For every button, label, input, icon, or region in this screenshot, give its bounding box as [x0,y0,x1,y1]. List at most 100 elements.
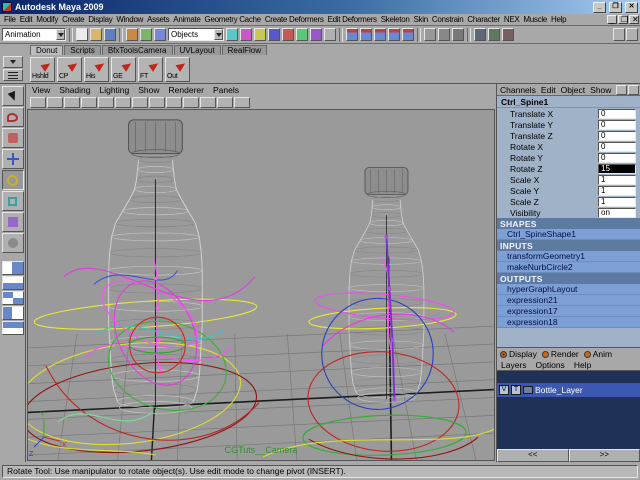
separator[interactable] [417,28,421,42]
shelf-button-ge[interactable]: GE [111,57,136,82]
channel-row-translate-z[interactable]: Translate Z 0 [497,130,640,141]
snap-view-plane-icon[interactable] [402,28,414,41]
input-node-item[interactable]: makeNurbCircle2 [497,262,640,273]
help-menu[interactable]: Help [574,360,591,370]
channel-row-scale-y[interactable]: Scale Y 1 [497,185,640,196]
channel-value-field[interactable]: 0 [598,142,636,152]
scene-save-icon[interactable] [104,28,116,41]
menu-create-deformers[interactable]: Create Deformers [263,15,326,24]
lasso-tool-icon[interactable] [2,107,24,127]
viewport-canvas[interactable]: Y X Z [28,110,494,460]
chevron-down-icon[interactable] [56,29,65,40]
menu-skeleton[interactable]: Skeleton [379,15,412,24]
panel-menu-lighting[interactable]: Lighting [99,85,129,95]
shelf-button-cp[interactable]: CP [57,57,82,82]
menu-animate[interactable]: Animate [171,15,202,24]
menu-muscle[interactable]: Muscle [521,15,549,24]
shelf-button-out[interactable]: Out [165,57,190,82]
select-tool-icon[interactable] [2,86,24,106]
pane-left-button[interactable]: << [497,449,569,462]
shelf-menu-icon[interactable] [3,69,23,81]
select-object-icon[interactable] [140,28,152,41]
shelf-button-hshld[interactable]: Hshld [30,57,55,82]
channel-value-field[interactable]: 0 [598,153,636,163]
soft-mod-tool-icon[interactable] [2,233,24,253]
isolate-select-icon[interactable] [234,97,250,108]
panel-menu-view[interactable]: View [32,85,50,95]
shelf-tab-realflow[interactable]: RealFlow [222,45,267,55]
shape-node-item[interactable]: Ctrl_SpineShape1 [497,229,640,240]
panel-menu-show[interactable]: Show [138,85,159,95]
separator[interactable] [119,28,123,42]
radio-display[interactable]: Display [500,349,537,359]
shelf-tab-arrow-icon[interactable] [3,56,23,68]
ipr-render-icon[interactable] [488,28,500,41]
channels-menu[interactable]: Channels [500,85,536,95]
separator[interactable] [339,28,343,42]
mask-deformations-icon[interactable] [282,28,294,41]
minimize-button[interactable]: _ [593,2,606,13]
snap-curve-icon[interactable] [360,28,372,41]
move-tool-icon[interactable] [2,149,24,169]
channel-row-rotate-x[interactable]: Rotate X 0 [497,141,640,152]
menu-modify[interactable]: Modify [34,15,60,24]
separator[interactable] [69,28,73,42]
menu-create[interactable]: Create [60,15,86,24]
menu-nex[interactable]: NEX [502,15,522,24]
radio-anim[interactable]: Anim [584,349,612,359]
layer-color-swatch[interactable] [523,386,533,394]
channel-speed-icon[interactable] [628,85,639,95]
input-connections-icon[interactable] [424,28,436,41]
shelf-button-ft[interactable]: FT [138,57,163,82]
mask-joints-icon[interactable] [240,28,252,41]
shelf-tab-uvlayout[interactable]: UVLayout [174,45,221,55]
select-hierarchy-icon[interactable] [126,28,138,41]
layer-list[interactable]: V T Bottle_Layer [497,371,640,449]
shaded-mode-icon[interactable] [132,97,148,108]
shelf-button-his[interactable]: His [84,57,109,82]
universal-manipulator-icon[interactable] [2,212,24,232]
shelf-tab-bfxtoolscamera[interactable]: BfxToolsCamera [102,45,173,55]
mdi-close-icon[interactable]: ✕ [629,15,639,24]
menu-character[interactable]: Character [465,15,501,24]
construction-history-icon[interactable] [452,28,464,41]
menu-help[interactable]: Help [549,15,568,24]
layers-menu[interactable]: Layers [501,360,527,370]
select-camera-icon[interactable] [30,97,46,108]
camera-attributes-icon[interactable] [64,97,80,108]
panel-menu-renderer[interactable]: Renderer [169,85,204,95]
shelf-tab-scripts[interactable]: Scripts [64,45,100,55]
menu-window[interactable]: Window [114,15,145,24]
close-button[interactable]: ✕ [625,2,638,13]
snap-projected-center-icon[interactable] [388,28,400,41]
channel-value-field[interactable]: on [598,208,636,218]
scene-new-icon[interactable] [76,28,88,41]
mask-handles-icon[interactable] [226,28,238,41]
input-node-item[interactable]: transformGeometry1 [497,251,640,262]
mask-rendering-icon[interactable] [310,28,322,41]
radio-render[interactable]: Render [542,349,579,359]
chevron-down-icon[interactable] [214,29,223,40]
separator[interactable] [467,28,471,42]
rotate-tool-icon[interactable] [2,170,24,190]
channel-value-field[interactable]: 1 [598,186,636,196]
channel-row-visibility[interactable]: Visibility on [497,207,640,218]
mask-surfaces-icon[interactable] [268,28,280,41]
channel-manipulator-icon[interactable] [616,85,627,95]
four-pane-layout-button[interactable] [2,291,24,305]
show-hide-ui-right-icon[interactable] [626,28,638,41]
menu-edit-deformers[interactable]: Edit Deformers [326,15,379,24]
render-current-frame-icon[interactable] [474,28,486,41]
output-connections-icon[interactable] [438,28,450,41]
output-node-item[interactable]: expression18 [497,317,640,328]
mask-misc-icon[interactable] [324,28,336,41]
shelf-tab-donut[interactable]: Donut [30,45,63,55]
scale-tool-icon[interactable] [2,191,24,211]
selection-mask-selector[interactable]: Objects [168,28,224,41]
paint-select-tool-icon[interactable] [2,128,24,148]
channel-value-field[interactable]: 0 [598,120,636,130]
channel-value-field[interactable]: 1 [598,197,636,207]
persp-outliner-layout-button[interactable] [2,306,24,320]
channel-row-scale-z[interactable]: Scale Z 1 [497,196,640,207]
grid-toggle-icon[interactable] [217,97,233,108]
